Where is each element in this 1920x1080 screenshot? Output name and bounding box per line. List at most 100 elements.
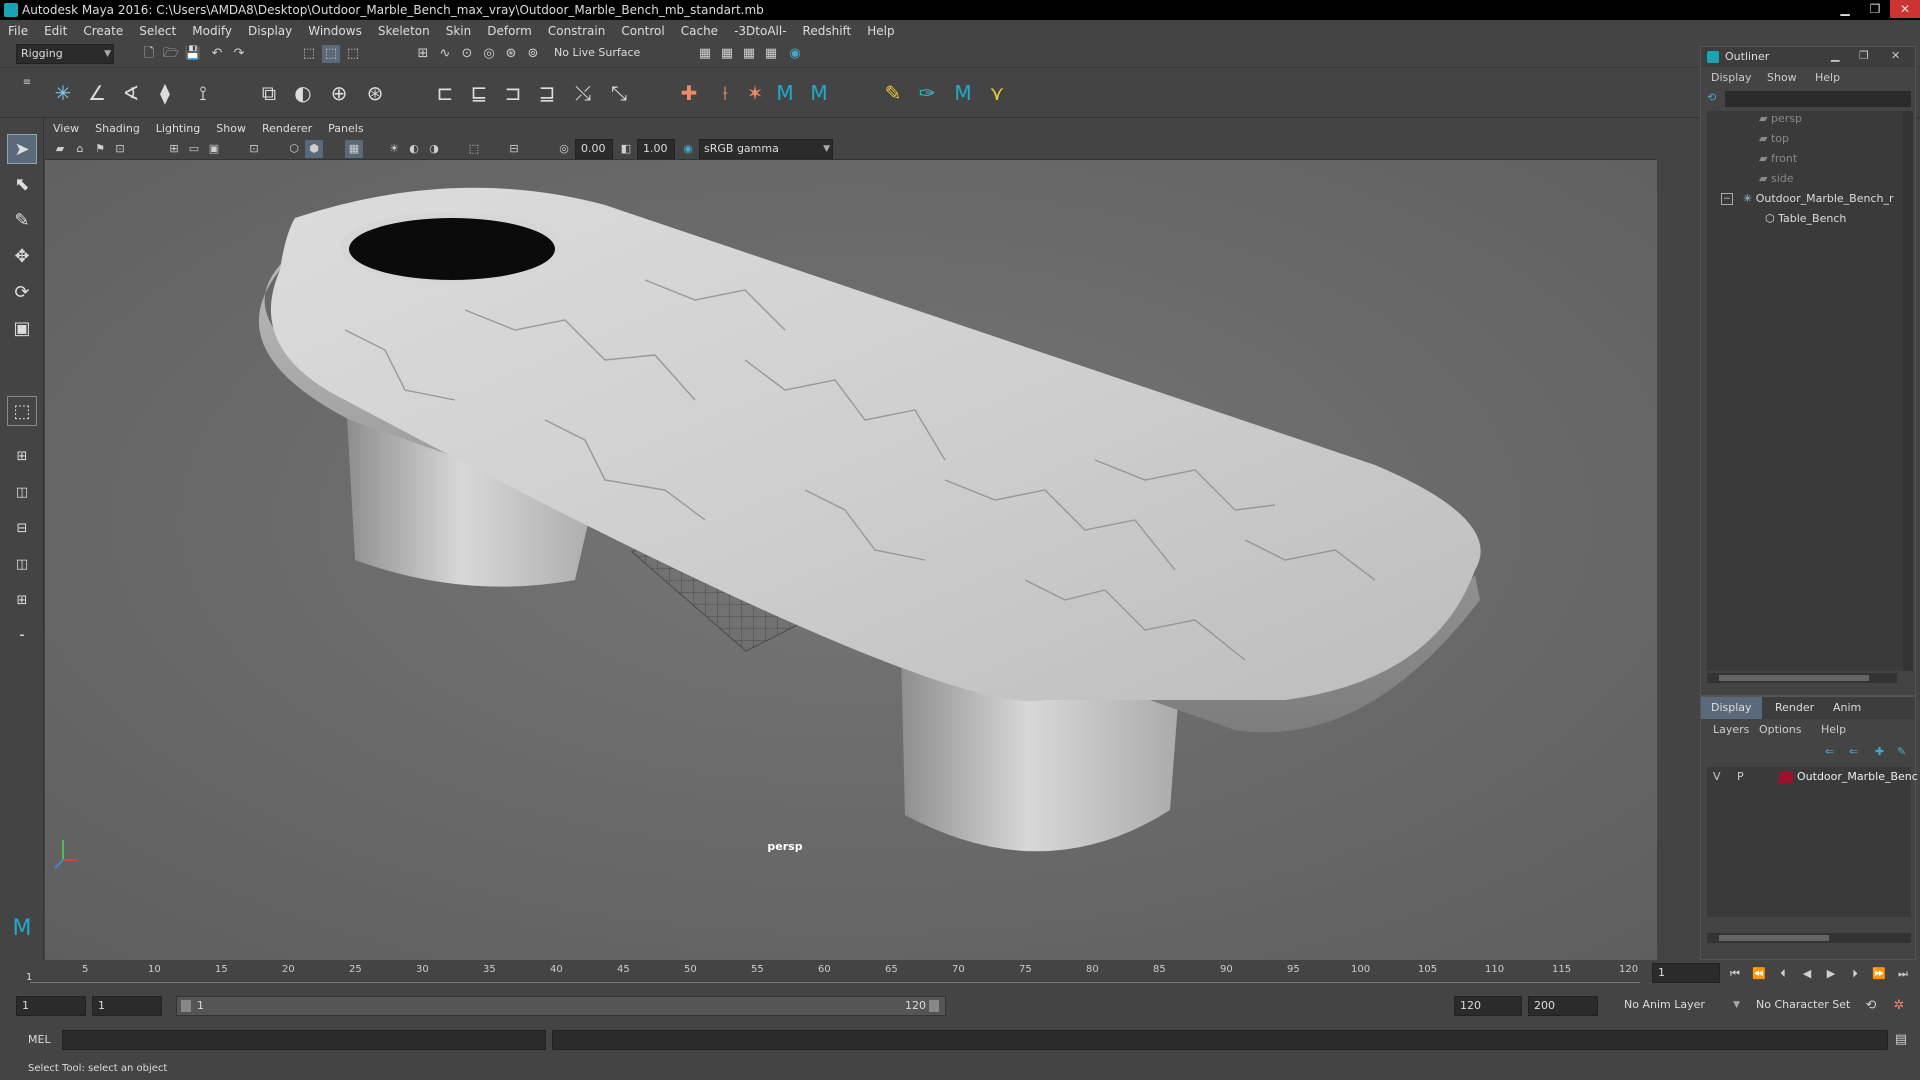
snap-magnet-icon[interactable]: ⊚ (524, 45, 542, 63)
layer-visibility-toggle[interactable]: V (1713, 770, 1721, 783)
graph-persp-layout-icon[interactable]: ◫ (7, 550, 37, 580)
film-gate-icon[interactable]: ▭ (185, 140, 203, 158)
outliner-persp-layout-icon[interactable]: ⊟ (7, 514, 37, 544)
layer-menu-layers[interactable]: Layers (1713, 723, 1749, 736)
textured-icon[interactable]: ▦ (345, 140, 363, 158)
ik-handle-icon[interactable]: ∠ (84, 80, 110, 106)
scroll-thumb[interactable] (1719, 935, 1829, 941)
time-slider[interactable]: 5 10 15 20 25 30 35 40 45 50 55 60 65 70… (0, 960, 1920, 988)
lights-icon[interactable]: ☀ (385, 140, 403, 158)
layer-menu-options[interactable]: Options (1759, 723, 1801, 736)
menu-modify[interactable]: Modify (192, 24, 232, 38)
point-constraint-icon[interactable]: ⊏ (432, 80, 458, 106)
joint-locator-icon[interactable]: ⟊ (712, 80, 738, 106)
new-scene-icon[interactable]: 🗋 (140, 45, 158, 63)
outliner-hscrollbar[interactable] (1707, 673, 1897, 683)
lattice-icon[interactable]: ⊕ (326, 80, 352, 106)
menu-deform[interactable]: Deform (487, 24, 532, 38)
image-plane-icon[interactable]: ⊡ (111, 140, 129, 158)
vp-menu-renderer[interactable]: Renderer (262, 122, 312, 135)
vp-menu-lighting[interactable]: Lighting (156, 122, 200, 135)
scene-start-field[interactable]: 1 (16, 996, 86, 1016)
save-scene-icon[interactable]: 💾 (184, 45, 202, 63)
cluster-icon[interactable]: ⊛ (362, 80, 388, 106)
hik-icon[interactable]: M (772, 80, 798, 106)
menu-select[interactable]: Select (139, 24, 176, 38)
camera-lock-icon[interactable]: ⌂ (71, 140, 89, 158)
close-button[interactable]: ✕ (1890, 0, 1920, 18)
scale-tool-icon[interactable]: ▣ (7, 314, 37, 344)
ambient-occlusion-icon[interactable]: ◑ (425, 140, 443, 158)
menu-create[interactable]: Create (83, 24, 123, 38)
outliner-menu-show[interactable]: Show (1767, 71, 1797, 84)
shadows-icon[interactable]: ◐ (405, 140, 423, 158)
locator-icon[interactable]: ✚ (676, 80, 702, 106)
gamma-field[interactable]: 1.00 (637, 139, 675, 159)
snap-surface-icon[interactable]: ⊛ (502, 45, 520, 63)
view-transform-dropdown[interactable]: sRGB gamma ▼ (699, 139, 833, 159)
color-management-icon[interactable]: ◉ (679, 140, 697, 158)
orient-constraint-icon[interactable]: ⊐ (500, 80, 526, 106)
play-backwards-icon[interactable]: ◀ (1798, 965, 1816, 983)
layer-playback-toggle[interactable]: P (1737, 770, 1744, 783)
outliner-close-button[interactable]: ✕ (1891, 49, 1900, 62)
range-handle-start[interactable] (181, 1000, 191, 1012)
auto-key-icon[interactable]: ⟲ (1862, 997, 1880, 1015)
select-tool-icon[interactable]: ➤ (7, 134, 37, 164)
select-component-icon[interactable]: ⬚ (344, 45, 362, 63)
tab-anim[interactable]: Anim (1823, 697, 1871, 719)
outliner-minimize-button[interactable]: ▁ (1831, 49, 1839, 62)
bookmark-icon[interactable]: ⚑ (91, 140, 109, 158)
menu-skin[interactable]: Skin (446, 24, 472, 38)
tab-display[interactable]: Display (1701, 697, 1762, 719)
outliner-item-front[interactable]: ▰ front (1759, 151, 1797, 167)
outliner-menu-help[interactable]: Help (1815, 71, 1840, 84)
ipr-render-icon[interactable]: ▦ (740, 45, 758, 63)
move-tool-icon[interactable]: ✥ (7, 242, 37, 272)
step-forward-key-icon[interactable]: ⏵ (1846, 965, 1864, 983)
snap-grid-icon[interactable]: ⊞ (414, 45, 432, 63)
go-to-start-icon[interactable]: ⏮ (1726, 965, 1744, 983)
move-layer-up-icon[interactable]: ⇐ (1825, 745, 1834, 758)
pole-vector-icon[interactable]: ⤡ (606, 80, 632, 106)
gamma-icon[interactable]: ◧ (617, 140, 635, 158)
lasso-tool-icon[interactable]: ⬉ (7, 170, 37, 200)
parent-constraint-icon[interactable]: ⤯ (570, 80, 596, 106)
outliner-item-top[interactable]: ▰ top (1759, 131, 1789, 147)
paint-select-tool-icon[interactable]: ✎ (7, 206, 37, 236)
step-forward-icon[interactable]: ⏩ (1870, 965, 1888, 983)
current-frame-field[interactable]: 1 (1652, 963, 1720, 983)
command-language-label[interactable]: MEL (28, 1033, 51, 1046)
outliner-filter-icon[interactable]: ⟲ (1707, 91, 1716, 104)
render-view-icon[interactable]: ▦ (762, 45, 780, 63)
step-back-key-icon[interactable]: ⏴ (1774, 965, 1792, 983)
outliner-search-field[interactable] (1725, 91, 1911, 107)
layer-menu-help[interactable]: Help (1821, 723, 1846, 736)
hypershade-icon[interactable]: ◉ (786, 45, 804, 63)
time-ruler[interactable]: 5 10 15 20 25 30 35 40 45 50 55 60 65 70… (30, 960, 1640, 988)
paint-skin-icon[interactable]: ✑ (914, 80, 940, 106)
hik-character-icon[interactable]: M (806, 80, 832, 106)
joint-tool-icon[interactable]: ✳ (50, 80, 76, 106)
smooth-bind-icon[interactable]: ◐ (290, 80, 316, 106)
character-set-dropdown[interactable]: No Character Set (1752, 996, 1860, 1016)
menu-skeleton[interactable]: Skeleton (378, 24, 430, 38)
orient-joint-icon[interactable]: ⟟ (190, 80, 216, 106)
menu-edit[interactable]: Edit (44, 24, 67, 38)
open-scene-icon[interactable]: 🗁 (162, 45, 180, 63)
anim-layer-dropdown[interactable]: No Anim Layer ▼ (1620, 996, 1742, 1016)
scroll-thumb[interactable] (1719, 675, 1869, 681)
range-slider-bar[interactable]: 1 120 (176, 996, 946, 1016)
aim-constraint-icon[interactable]: ⊑ (466, 80, 492, 106)
outliner-item-persp[interactable]: ▰ persp (1759, 111, 1802, 127)
select-hierarchy-icon[interactable]: ⬚ (300, 45, 318, 63)
menu-file[interactable]: File (8, 24, 28, 38)
menu-cache[interactable]: Cache (681, 24, 718, 38)
outliner-item-mesh[interactable]: ⬡ Table_Bench (1765, 211, 1846, 227)
collapse-layouts-icon[interactable]: ⁃ (7, 622, 37, 652)
anim-prefs-icon[interactable]: ✲ (1890, 997, 1908, 1015)
new-layer-selected-icon[interactable]: ✎ (1897, 745, 1906, 758)
play-forwards-icon[interactable]: ▶ (1822, 965, 1840, 983)
range-handle-end[interactable] (929, 1000, 939, 1012)
select-object-icon[interactable]: ⬚ (322, 45, 340, 63)
